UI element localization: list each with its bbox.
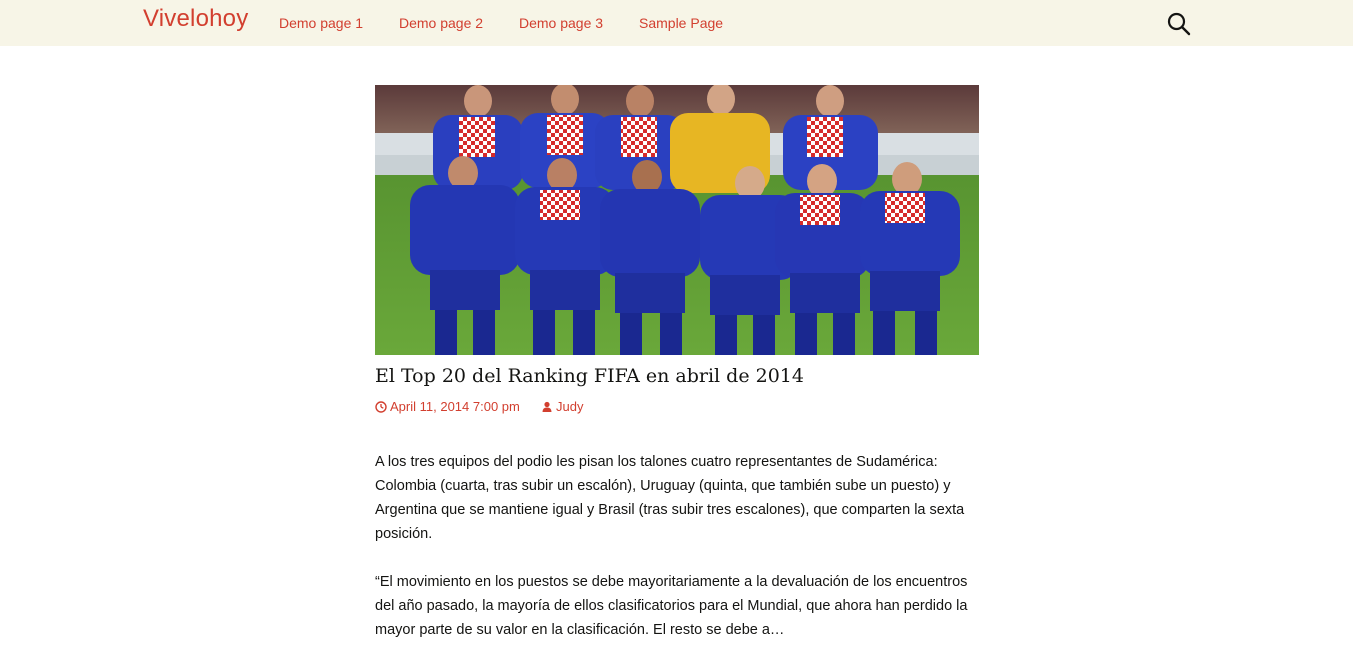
nav-item-demo-page-2[interactable]: Demo page 2 xyxy=(399,15,483,31)
post-content: A los tres equipos del podio les pisan l… xyxy=(375,450,979,666)
post-title[interactable]: El Top 20 del Ranking FIFA en abril de 2… xyxy=(375,365,979,387)
post-paragraph: A los tres equipos del podio les pisan l… xyxy=(375,454,965,542)
clock-icon xyxy=(375,400,387,413)
post-author: Judy xyxy=(556,399,584,414)
post-date: April 11, 2014 7:00 pm xyxy=(390,399,520,414)
user-icon xyxy=(542,401,552,412)
post-paragraph: “El movimiento en los puestos se debe ma… xyxy=(375,574,968,638)
nav-item-demo-page-3[interactable]: Demo page 3 xyxy=(519,15,603,31)
site-title-link[interactable]: Vivelohoy xyxy=(143,5,248,33)
site-header: Vivelohoy Demo page 1 Demo page 2 Demo p… xyxy=(0,0,1353,46)
featured-image[interactable] xyxy=(375,85,979,355)
nav-item-sample-page[interactable]: Sample Page xyxy=(639,15,723,31)
post-date-link[interactable]: April 11, 2014 7:00 pm xyxy=(375,399,520,414)
team-photo xyxy=(375,85,979,355)
search-icon xyxy=(1167,12,1191,36)
nav-item-demo-page-1[interactable]: Demo page 1 xyxy=(279,15,363,31)
post-author-link[interactable]: Judy xyxy=(541,399,583,414)
search-button[interactable] xyxy=(1166,11,1192,37)
